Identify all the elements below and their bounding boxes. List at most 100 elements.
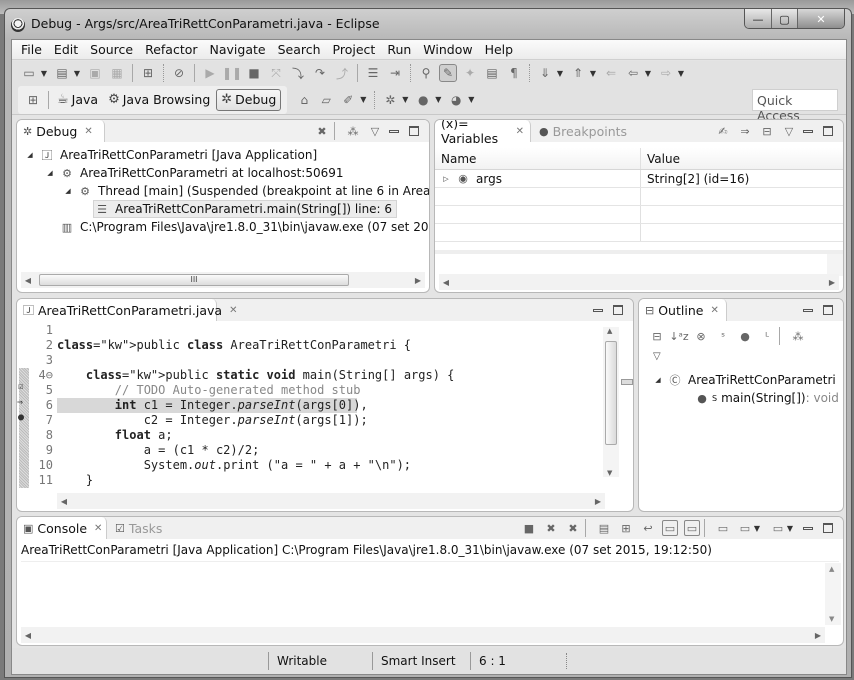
menu-source[interactable]: Source <box>84 40 139 60</box>
mark-occurrences-icon[interactable]: ✎ <box>439 64 457 82</box>
save-icon[interactable]: ▣ <box>86 64 104 82</box>
external-tools-dropdown-icon[interactable]: ▼ <box>359 95 367 104</box>
forward-dropdown-icon[interactable]: ▼ <box>677 69 685 78</box>
step-return-icon[interactable]: ⤴ <box>333 64 351 82</box>
maximize-view-icon[interactable] <box>409 126 419 136</box>
console-horizontal-scrollbar[interactable]: ◀ ▶ <box>21 627 825 643</box>
display-console-icon[interactable]: ▭ <box>737 520 753 536</box>
overview-ruler-marker[interactable] <box>621 379 633 385</box>
display-console-dropdown-icon[interactable]: ▼ <box>753 524 761 533</box>
scroll-down-icon[interactable]: ▼ <box>607 469 612 477</box>
code-line[interactable]: a = (c1 * c2)/2; <box>57 443 260 458</box>
save-all-icon[interactable]: ▦ <box>108 64 126 82</box>
outline-class-item[interactable]: ◢ Ⓒ AreaTriRettConParametri <box>653 371 835 389</box>
terminate-icon[interactable]: ■ <box>245 64 263 82</box>
perspective-debug[interactable]: ✲ Debug <box>216 88 282 111</box>
status-insert-mode[interactable]: Smart Insert <box>372 652 470 670</box>
menu-navigate[interactable]: Navigate <box>204 40 272 60</box>
scroll-thumb[interactable]: III <box>39 274 349 286</box>
word-wrap-icon[interactable]: ↩ <box>640 520 656 536</box>
maximize-view-icon[interactable] <box>613 305 623 315</box>
previous-annotation-dropdown-icon[interactable]: ▼ <box>589 69 597 78</box>
detail-vertical-scrollbar[interactable] <box>827 254 843 276</box>
new-icon[interactable]: ▭ <box>20 64 38 82</box>
debug-horizontal-scrollbar[interactable]: ◀ III ▶ <box>21 272 425 288</box>
code-line[interactable]: class="kw">public static void main(Strin… <box>57 368 455 383</box>
quick-access-input[interactable]: Quick Access <box>752 89 838 123</box>
expand-collapse-icon[interactable]: ◢ <box>45 169 55 177</box>
terminate-icon[interactable]: ■ <box>521 520 537 536</box>
code-editor[interactable]: ☑ ⇒ ● 1 2 class="kw">public class AreaTriR… <box>17 323 603 493</box>
skip-breakpoints-icon[interactable]: ⊘ <box>170 64 188 82</box>
scroll-track[interactable]: III <box>35 274 411 286</box>
expand-collapse-icon[interactable]: ◢ <box>25 151 35 159</box>
breakpoint-icon[interactable]: ● <box>18 412 24 423</box>
variables-horizontal-scrollbar[interactable]: ◀ ▶ <box>439 274 839 290</box>
code-line[interactable]: } <box>57 473 93 488</box>
view-menu-icon[interactable]: ▽ <box>367 123 383 139</box>
minimize-view-icon[interactable] <box>803 129 813 133</box>
maximize-view-icon[interactable] <box>823 126 833 136</box>
maximize-view-icon[interactable] <box>823 305 833 315</box>
new-java-dropdown-icon[interactable]: ▼ <box>73 69 81 78</box>
new-dropdown-icon[interactable]: ▼ <box>40 69 48 78</box>
minimize-view-icon[interactable] <box>593 308 603 312</box>
tree-item[interactable]: ◢ ⚙ AreaTriRettConParametri at localhost… <box>45 164 343 182</box>
open-type-icon[interactable]: ⚲ <box>417 64 435 82</box>
open-perspective-icon[interactable]: ⊞ <box>24 91 42 109</box>
column-header-value[interactable]: Value <box>641 148 843 169</box>
open-console-icon[interactable]: ▭ <box>770 520 786 536</box>
minimize-view-icon[interactable] <box>389 129 399 133</box>
scroll-right-icon[interactable]: ▶ <box>591 497 605 506</box>
show-on-stdout-icon[interactable]: ▭ <box>662 520 678 536</box>
vertical-ruler[interactable]: ☑ ⇒ ● <box>17 323 29 493</box>
tab-outline[interactable]: ⊟ Outline ✕ <box>639 299 727 321</box>
previous-annotation-icon[interactable]: ⇑ <box>569 64 587 82</box>
last-edit-location-icon[interactable]: ⇐ <box>602 64 620 82</box>
show-whitespace-icon[interactable]: ¶ <box>505 64 523 82</box>
expand-icon[interactable]: ▷ <box>441 175 451 183</box>
scroll-left-icon[interactable]: ◀ <box>21 631 35 640</box>
code-line[interactable]: c2 = Integer.parseInt(args[1]); <box>57 413 368 428</box>
external-tools-icon[interactable]: ✐ <box>339 91 357 109</box>
coverage-dropdown-icon[interactable]: ▼ <box>467 95 475 104</box>
pin-console-icon[interactable]: ▭ <box>715 520 731 536</box>
step-over-icon[interactable]: ↷ <box>311 64 329 82</box>
scroll-right-icon[interactable]: ▶ <box>825 278 839 287</box>
step-into-icon[interactable]: ⤵ <box>289 64 307 82</box>
next-annotation-dropdown-icon[interactable]: ▼ <box>556 69 564 78</box>
open-console-dropdown-icon[interactable]: ▼ <box>786 524 794 533</box>
maximize-view-icon[interactable] <box>823 523 833 533</box>
menu-project[interactable]: Project <box>327 40 382 60</box>
code-line[interactable]: System.out.print ("a = " + a + "\n"); <box>57 458 411 473</box>
code-line[interactable]: class="kw">public class AreaTriRettConPa… <box>57 338 411 353</box>
scroll-up-icon[interactable]: ▲ <box>829 565 834 573</box>
block-selection-icon[interactable]: ▤ <box>483 64 501 82</box>
menu-refactor[interactable]: Refactor <box>139 40 203 60</box>
tab-debug[interactable]: ✲ Debug ✕ <box>17 120 105 142</box>
run-icon[interactable]: ● <box>414 91 432 109</box>
minimize-view-icon[interactable] <box>803 526 813 530</box>
forward-icon[interactable]: ⇨ <box>657 64 675 82</box>
next-annotation-icon[interactable]: ⇓ <box>536 64 554 82</box>
column-header-name[interactable]: Name <box>435 148 641 169</box>
open-project-icon[interactable]: ⌂ <box>295 91 313 109</box>
resume-icon[interactable]: ▶ <box>201 64 219 82</box>
new-java-element-icon[interactable]: ▤ <box>53 64 71 82</box>
menu-help[interactable]: Help <box>479 40 520 60</box>
hide-static-icon[interactable]: ˢ <box>715 328 731 344</box>
scroll-up-icon[interactable]: ▲ <box>607 327 612 335</box>
code-line[interactable]: int c1 = Integer.parseInt(args[0]), <box>57 398 368 413</box>
scroll-down-icon[interactable]: ▼ <box>829 615 834 623</box>
debug-dropdown-icon[interactable]: ▼ <box>401 95 409 104</box>
expand-collapse-icon[interactable]: ◢ <box>63 187 73 195</box>
maximize-button[interactable]: ▢ <box>772 9 798 28</box>
scroll-thumb[interactable] <box>605 341 617 445</box>
menu-window[interactable]: Window <box>417 40 478 60</box>
menu-file[interactable]: File <box>15 40 48 60</box>
hide-non-public-icon[interactable]: ● <box>737 328 753 344</box>
open-folder-icon[interactable]: ▱ <box>317 91 335 109</box>
task-marker-icon[interactable]: ☑ <box>18 382 23 392</box>
close-tab-icon[interactable]: ✕ <box>84 126 92 137</box>
back-icon[interactable]: ⇦ <box>624 64 642 82</box>
